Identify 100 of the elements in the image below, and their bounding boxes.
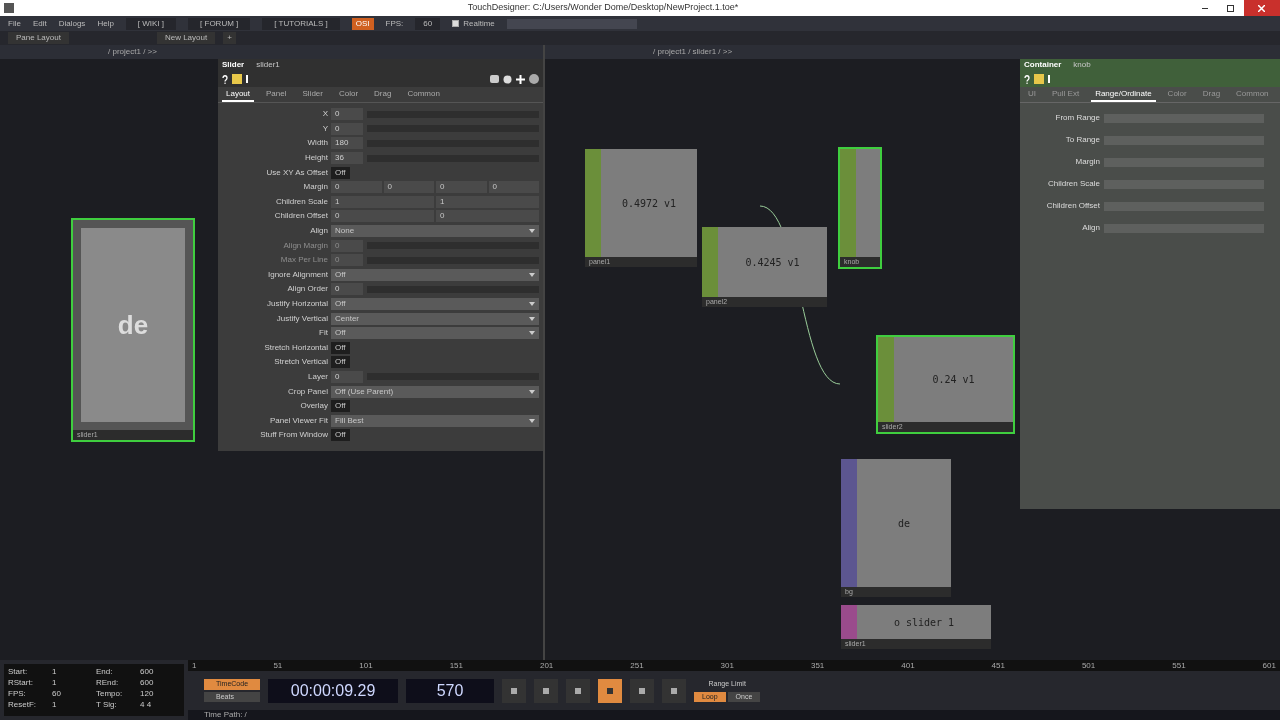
timeline-ruler[interactable]: 1 51 101 151 201 251 301 351 401 451 501 551 601	[188, 660, 1280, 671]
transport-button[interactable]	[598, 678, 623, 703]
dropdown[interactable]: Off	[331, 327, 539, 340]
stat-value: 120	[140, 688, 155, 699]
parameter-tab[interactable]: Panel	[262, 88, 291, 102]
help-icon[interactable]	[222, 74, 228, 84]
toggle-button[interactable]: Off	[331, 356, 350, 369]
stat-label: RStart:	[8, 677, 34, 688]
tick-label: 551	[1172, 660, 1186, 671]
timecode-display[interactable]: 00:00:09.29	[268, 678, 399, 703]
stat-label: REnd:	[96, 677, 120, 688]
dropdown[interactable]: None	[331, 225, 539, 238]
tick-label: 301	[720, 660, 734, 671]
parameter-tab[interactable]: Color	[334, 88, 363, 102]
param-label: Crop Panel	[286, 385, 328, 398]
network-path[interactable]: / project1 / slider1 / >>	[653, 46, 733, 58]
link-button[interactable]: [ FORUM ]	[188, 17, 251, 30]
toggle-button[interactable]: Off	[331, 341, 350, 354]
tick-label: 51	[273, 660, 283, 671]
circle-icon[interactable]	[529, 74, 539, 84]
number-field[interactable]: 0	[436, 210, 539, 223]
layout-button[interactable]: Pane Layout	[8, 32, 69, 44]
number-field[interactable]: 0	[383, 181, 434, 194]
transport-icon	[575, 687, 582, 694]
help-icon[interactable]	[1024, 74, 1030, 84]
number-field[interactable]: 0	[331, 283, 363, 296]
param-label: Align	[1081, 222, 1100, 234]
toggle-button[interactable]: Off	[331, 166, 350, 179]
dropdown[interactable]: Fill Best	[331, 414, 539, 427]
stat-label: ResetF:	[8, 699, 37, 710]
tick-label: 601	[1262, 660, 1276, 671]
add-button[interactable]: +	[223, 32, 236, 44]
parameter-tab[interactable]: Drag	[370, 88, 396, 102]
fps-label: FPS:	[385, 17, 404, 30]
caret-icon	[529, 229, 535, 234]
transport-button[interactable]	[534, 678, 559, 703]
link-button[interactable]: [ TUTORIALS ]	[262, 17, 340, 30]
number-field[interactable]: 0	[331, 108, 363, 121]
layout-button[interactable]: New Layout	[156, 32, 216, 44]
menu-item[interactable]: Dialogs	[58, 17, 86, 30]
number-field[interactable]: 180	[331, 137, 363, 150]
link-button[interactable]: [ WIKI ]	[125, 17, 177, 30]
parameter-tab[interactable]: Range/Ordinate	[1091, 88, 1156, 102]
number-field[interactable]: 0	[331, 122, 363, 135]
tick-label: 251	[630, 660, 644, 671]
time-path: Time Path: /	[188, 710, 1280, 720]
menu-item[interactable]: File	[8, 17, 21, 30]
menu-item[interactable]: Help	[97, 17, 114, 30]
toggle-button[interactable]: Off	[331, 400, 350, 413]
stat-label: Tempo:	[96, 688, 124, 699]
tick-label: 351	[810, 660, 825, 671]
param-label: Margin	[302, 181, 328, 194]
plus-icon[interactable]	[516, 74, 525, 84]
tick-label: 1	[192, 660, 197, 671]
transport-button[interactable]	[502, 678, 527, 703]
number-field[interactable]: 0	[331, 181, 382, 194]
transport-icon	[607, 687, 614, 694]
transport-button[interactable]	[662, 678, 687, 703]
param-label: Children Scale	[1046, 178, 1100, 190]
param-label: Panel Viewer Fit	[268, 414, 328, 427]
parameter-tab[interactable]: Layout	[222, 88, 255, 102]
close-button[interactable]	[1244, 0, 1280, 16]
number-field[interactable]: 1	[436, 195, 539, 208]
param-label: Max Per Line	[279, 254, 328, 267]
node-value: 0.4972 v1	[621, 196, 677, 211]
frame-display[interactable]: 570	[406, 678, 495, 703]
dropdown[interactable]: Off (Use Parent)	[331, 385, 539, 398]
number-field[interactable]: 0	[331, 371, 363, 383]
realtime-checkbox[interactable]	[452, 20, 460, 27]
status-badge[interactable]: OSI	[351, 17, 374, 30]
number-field[interactable]: 1	[331, 195, 434, 208]
parameter-tab[interactable]: Common	[403, 88, 444, 102]
dropdown[interactable]: Off	[331, 298, 539, 310]
number-field[interactable]: 36	[331, 152, 363, 165]
number-field[interactable]: 0	[331, 210, 434, 223]
parameter-tab[interactable]: Slider	[298, 88, 327, 102]
tick-label: 151	[449, 660, 463, 671]
param-label: Justify Horizontal	[266, 298, 328, 310]
network-path[interactable]: / project1 / >>	[108, 46, 157, 58]
transport-button[interactable]	[566, 678, 591, 703]
number-field[interactable]: 0	[488, 181, 539, 194]
node-value: 0.4245 v1	[745, 255, 800, 270]
caret-icon	[529, 316, 535, 321]
stat-value: 600	[140, 666, 155, 677]
menu-item[interactable]: Edit	[32, 17, 47, 30]
param-label: Y	[321, 122, 328, 135]
transport-button[interactable]	[630, 678, 655, 703]
app-icon	[4, 3, 14, 13]
stat-value: 1	[52, 677, 58, 688]
tick-label: 451	[991, 660, 1005, 671]
stat-value: 1	[52, 699, 58, 710]
number-field[interactable]: 0	[436, 181, 487, 194]
dropdown[interactable]: Center	[331, 312, 539, 325]
operator-type: Container	[1024, 59, 1062, 71]
param-label: Height	[303, 152, 328, 165]
toggle-button[interactable]: Off	[331, 429, 350, 442]
stat-label: T Sig:	[96, 699, 118, 710]
caret-icon	[529, 272, 535, 277]
dropdown[interactable]: Off	[331, 268, 539, 281]
close-icon	[1258, 4, 1266, 12]
